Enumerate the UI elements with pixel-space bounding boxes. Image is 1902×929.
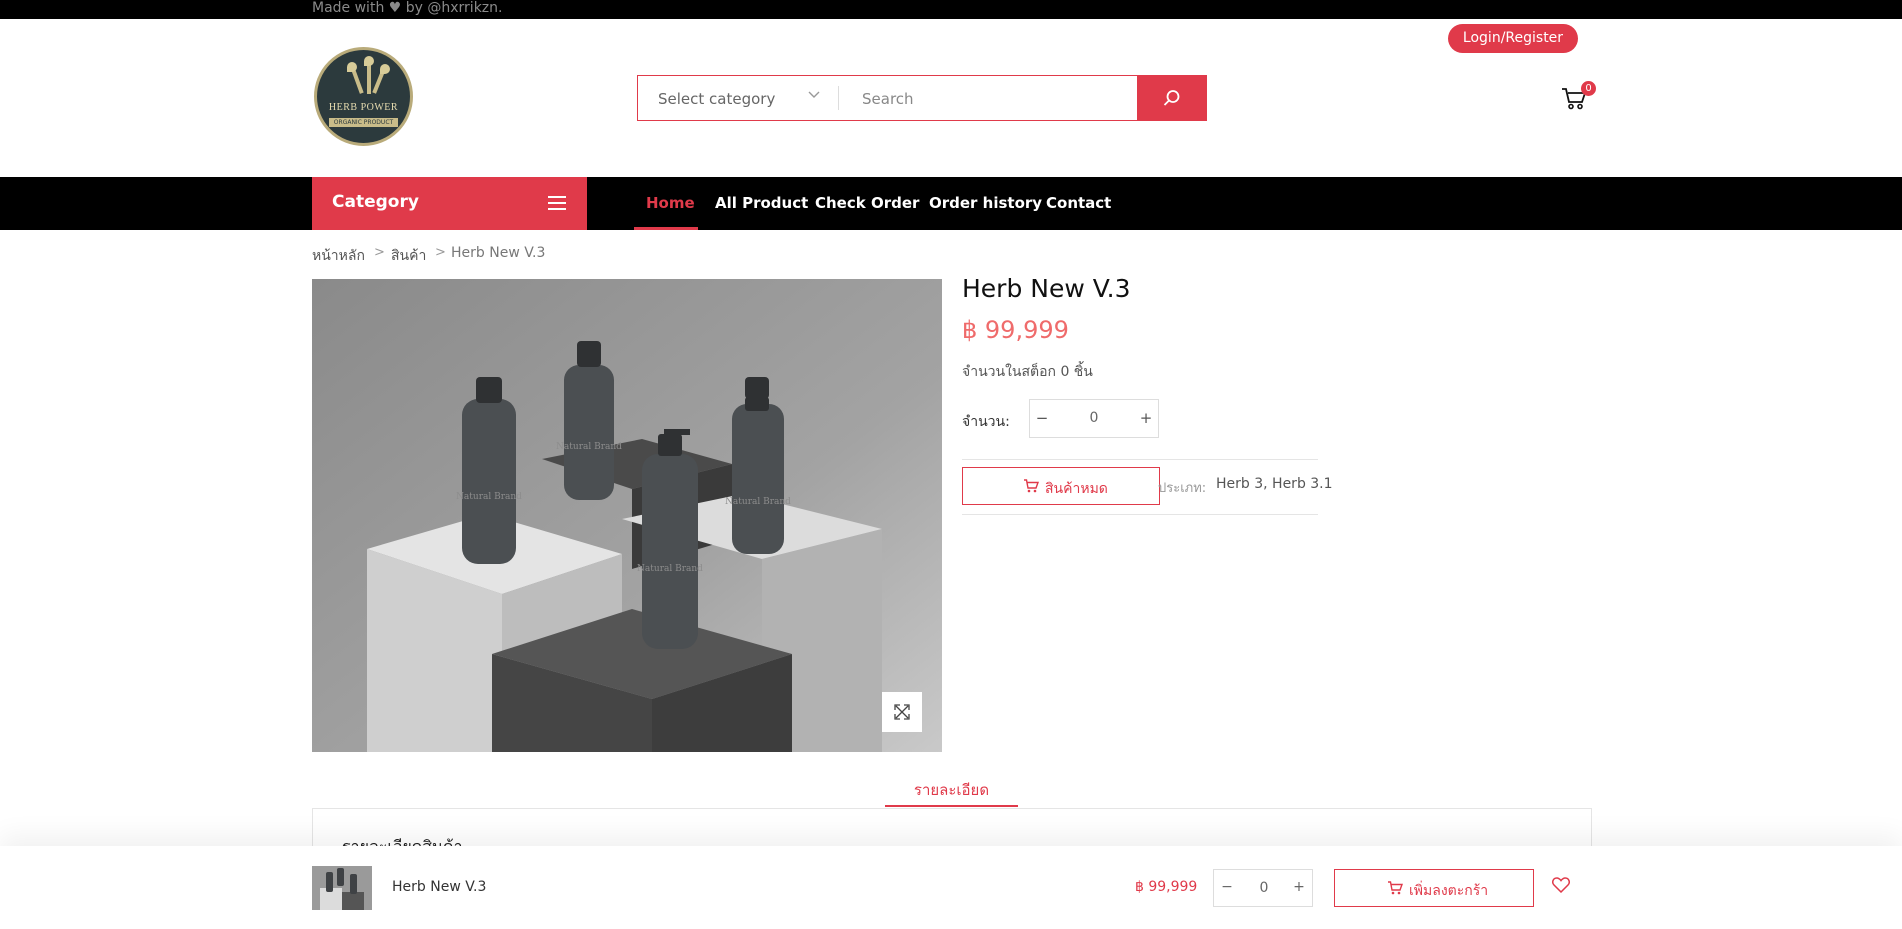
tab-active-indicator bbox=[885, 805, 1018, 807]
type-label: ประเภท: bbox=[1158, 481, 1207, 496]
tab-details[interactable]: รายละเอียด bbox=[885, 778, 1018, 802]
hamburger-icon bbox=[548, 196, 566, 214]
brand-logo[interactable]: HERB POWER ORGANIC PRODUCT bbox=[314, 47, 413, 146]
product-price: ฿ 99,999 bbox=[962, 316, 1069, 344]
cart-icon bbox=[1560, 88, 1588, 116]
category-menu-label: Category bbox=[332, 192, 419, 212]
svg-text:Natural Brand: Natural Brand bbox=[556, 442, 622, 452]
category-menu-button[interactable]: Category bbox=[312, 177, 587, 230]
product-image[interactable]: Natural Brand Natural Brand Natural Bran… bbox=[312, 279, 942, 752]
bottle-label-text: Natural Brand bbox=[456, 492, 522, 502]
divider bbox=[962, 514, 1318, 515]
search-bar: Select category bbox=[637, 75, 1207, 121]
breadcrumb-current: Herb New V.3 bbox=[451, 245, 546, 261]
product-photo-illustration: Natural Brand Natural Brand Natural Bran… bbox=[312, 279, 942, 752]
breadcrumb-separator-icon: > bbox=[435, 245, 446, 260]
add-to-cart-label: เพิ่มลงตะกร้า bbox=[1409, 883, 1489, 899]
zoom-button[interactable] bbox=[882, 692, 922, 732]
stock-text: จำนวนในสต็อก 0 ชิ้น bbox=[962, 364, 1093, 380]
chevron-down-icon bbox=[808, 88, 820, 103]
sold-out-label: สินค้าหมด bbox=[1045, 481, 1108, 497]
divider bbox=[962, 459, 1318, 460]
svg-text:Natural Brand: Natural Brand bbox=[637, 564, 703, 574]
search-icon bbox=[1163, 89, 1181, 111]
nav-home[interactable]: Home bbox=[646, 194, 695, 212]
sticky-quantity-value[interactable]: 0 bbox=[1238, 880, 1290, 896]
logo-tagline: ORGANIC PRODUCT bbox=[329, 118, 398, 127]
quantity-increase-button[interactable]: + bbox=[1136, 409, 1156, 427]
nav-all-product[interactable]: All Product bbox=[715, 194, 808, 212]
search-button[interactable] bbox=[1137, 75, 1207, 121]
main-nav: Category Home All Product Check Order Or… bbox=[0, 177, 1902, 230]
logo-name: HERB POWER bbox=[328, 102, 399, 113]
credit-text: Made with ♥ by @hxrrikzn. bbox=[312, 0, 503, 16]
breadcrumb-products[interactable]: สินค้า bbox=[391, 245, 426, 267]
add-to-cart-button[interactable]: เพิ่มลงตะกร้า bbox=[1334, 869, 1534, 907]
type-value[interactable]: Herb 3, Herb 3.1 bbox=[1216, 476, 1333, 492]
svg-text:Natural Brand: Natural Brand bbox=[725, 497, 791, 507]
sticky-quantity-decrease-button[interactable]: − bbox=[1218, 879, 1236, 895]
nav-contact[interactable]: Contact bbox=[1046, 194, 1111, 212]
product-title: Herb New V.3 bbox=[962, 274, 1131, 303]
quantity-stepper: − 0 + bbox=[1029, 399, 1159, 438]
sold-out-button[interactable]: สินค้าหมด bbox=[962, 467, 1160, 505]
quantity-label: จำนวน: bbox=[962, 414, 1010, 430]
category-select-label: Select category bbox=[658, 90, 776, 108]
category-select[interactable]: Select category bbox=[638, 76, 838, 120]
sticky-quantity-stepper: − 0 + bbox=[1213, 869, 1313, 907]
sticky-product-name: Herb New V.3 bbox=[392, 879, 487, 895]
expand-icon bbox=[893, 703, 911, 725]
breadcrumb-home[interactable]: หน้าหลัก bbox=[312, 245, 365, 267]
top-strip: Made with ♥ by @hxrrikzn. bbox=[0, 0, 1902, 19]
nav-active-indicator bbox=[634, 227, 698, 230]
sticky-quantity-increase-button[interactable]: + bbox=[1290, 879, 1308, 895]
sticky-product-price: ฿ 99,999 bbox=[1135, 879, 1198, 895]
cart-icon bbox=[1023, 478, 1039, 498]
quantity-value[interactable]: 0 bbox=[1060, 410, 1128, 426]
wishlist-heart-icon[interactable] bbox=[1552, 877, 1570, 898]
cart-count-badge: 0 bbox=[1581, 81, 1596, 96]
login-register-button[interactable]: Login/Register bbox=[1448, 24, 1578, 53]
nav-order-history[interactable]: Order history bbox=[929, 194, 1042, 212]
nav-check-order[interactable]: Check Order bbox=[815, 194, 919, 212]
search-divider bbox=[838, 86, 839, 110]
quantity-decrease-button[interactable]: − bbox=[1032, 409, 1052, 427]
search-input[interactable] bbox=[860, 84, 1174, 114]
sticky-cart-bar: Herb New V.3 ฿ 99,999 − 0 + เพิ่มลงตะกร้… bbox=[0, 846, 1902, 929]
product-thumbnail bbox=[312, 866, 372, 910]
breadcrumb-separator-icon: > bbox=[374, 245, 385, 260]
cart-icon bbox=[1387, 880, 1403, 900]
